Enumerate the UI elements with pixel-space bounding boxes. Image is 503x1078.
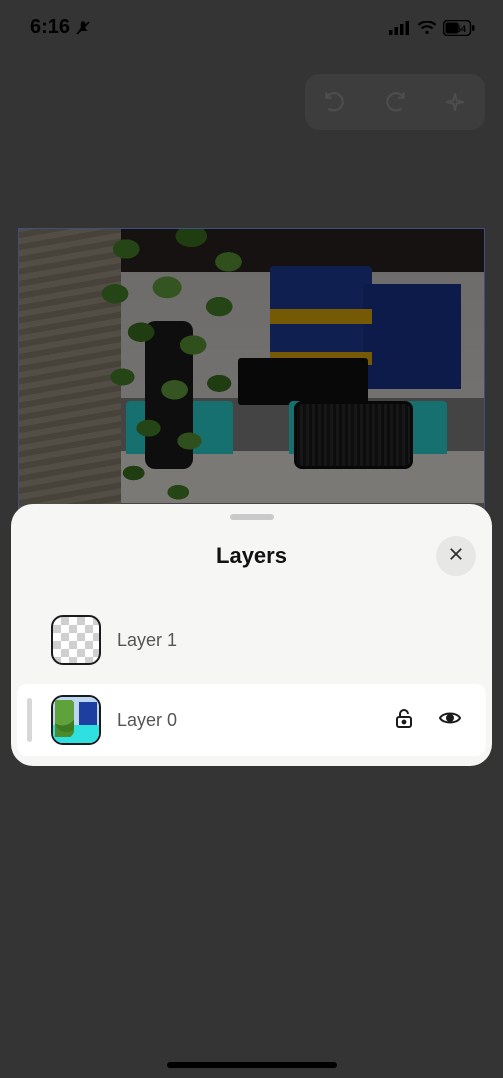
editor-toolbar (305, 74, 485, 130)
visibility-icon[interactable] (438, 706, 462, 735)
close-icon (447, 545, 465, 568)
battery-icon: 54 (443, 20, 475, 36)
panel-title: Layers (216, 543, 287, 569)
status-bar: 6:16 54 (0, 0, 503, 55)
home-indicator[interactable] (167, 1062, 337, 1068)
editor-canvas[interactable] (18, 228, 485, 538)
close-button[interactable] (436, 536, 476, 576)
layer-thumbnail (51, 615, 101, 665)
sheet-grabber[interactable] (230, 514, 274, 520)
layers-panel: Layers Layer 1 Layer 0 (11, 504, 492, 766)
undo-button[interactable] (317, 84, 353, 120)
sparkle-button[interactable] (437, 84, 473, 120)
unlock-icon[interactable] (392, 706, 416, 735)
layer-name-label: Layer 0 (117, 710, 376, 731)
layer-thumbnail (51, 695, 101, 745)
redo-button[interactable] (377, 84, 413, 120)
layers-list: Layer 1 Layer 0 (11, 604, 492, 756)
cellular-signal-icon (389, 21, 411, 35)
svg-text:54: 54 (456, 24, 466, 34)
silent-icon (74, 19, 92, 37)
wifi-icon (417, 21, 437, 35)
layer-name-label: Layer 1 (117, 630, 474, 651)
layer-row[interactable]: Layer 0 (17, 684, 486, 756)
status-time: 6:16 (30, 16, 70, 39)
layer-row[interactable]: Layer 1 (11, 604, 492, 676)
canvas-photo (19, 229, 484, 537)
